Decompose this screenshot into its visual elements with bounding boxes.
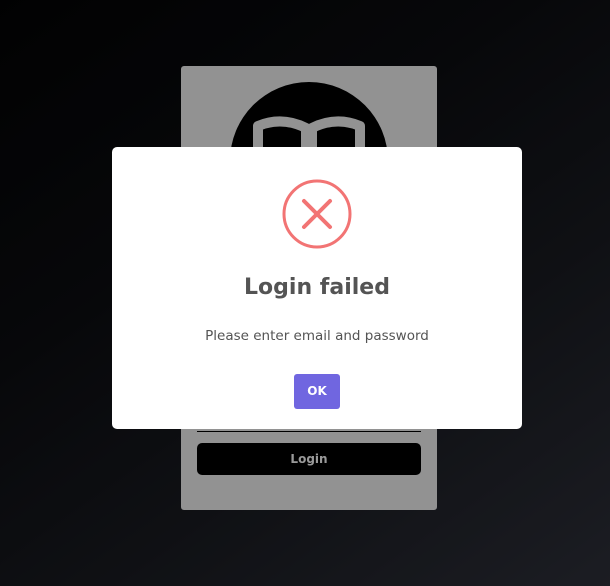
error-x-icon [282,179,352,249]
dialog-message: Please enter email and password [205,328,429,344]
dialog-title: Login failed [244,275,390,300]
ok-button[interactable]: OK [294,374,340,409]
alert-dialog: Login failed Please enter email and pass… [112,147,522,429]
